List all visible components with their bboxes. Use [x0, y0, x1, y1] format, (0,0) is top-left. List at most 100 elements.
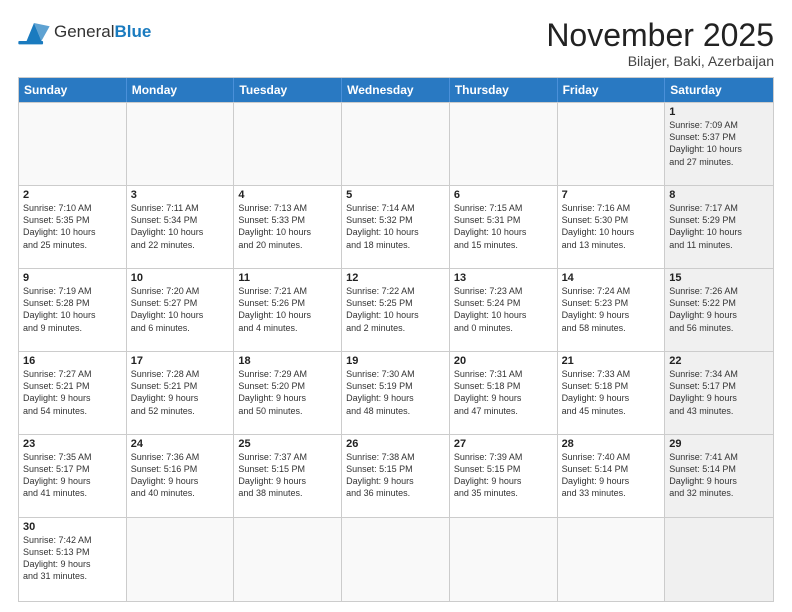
calendar-title: November 2025 — [546, 18, 774, 53]
calendar-cell: 27Sunrise: 7:39 AM Sunset: 5:15 PM Dayli… — [450, 435, 558, 517]
calendar-cell: 14Sunrise: 7:24 AM Sunset: 5:23 PM Dayli… — [558, 269, 666, 351]
day-info: Sunrise: 7:31 AM Sunset: 5:18 PM Dayligh… — [454, 368, 553, 417]
day-number: 13 — [454, 272, 553, 284]
day-info: Sunrise: 7:23 AM Sunset: 5:24 PM Dayligh… — [454, 285, 553, 334]
day-info: Sunrise: 7:30 AM Sunset: 5:19 PM Dayligh… — [346, 368, 445, 417]
day-number: 9 — [23, 272, 122, 284]
calendar-cell — [450, 518, 558, 601]
weekday-header-sunday: Sunday — [19, 78, 127, 102]
calendar-cell: 1Sunrise: 7:09 AM Sunset: 5:37 PM Daylig… — [665, 103, 773, 185]
day-info: Sunrise: 7:22 AM Sunset: 5:25 PM Dayligh… — [346, 285, 445, 334]
day-number: 29 — [669, 438, 769, 450]
calendar-cell: 9Sunrise: 7:19 AM Sunset: 5:28 PM Daylig… — [19, 269, 127, 351]
day-number: 1 — [669, 106, 769, 118]
calendar-cell — [234, 103, 342, 185]
calendar-cell — [558, 518, 666, 601]
weekday-header-wednesday: Wednesday — [342, 78, 450, 102]
day-number: 6 — [454, 189, 553, 201]
day-number: 5 — [346, 189, 445, 201]
calendar-cell: 11Sunrise: 7:21 AM Sunset: 5:26 PM Dayli… — [234, 269, 342, 351]
day-info: Sunrise: 7:41 AM Sunset: 5:14 PM Dayligh… — [669, 451, 769, 500]
logo-icon — [18, 18, 50, 46]
calendar-cell: 22Sunrise: 7:34 AM Sunset: 5:17 PM Dayli… — [665, 352, 773, 434]
day-info: Sunrise: 7:42 AM Sunset: 5:13 PM Dayligh… — [23, 534, 122, 583]
calendar-cell — [342, 518, 450, 601]
day-info: Sunrise: 7:28 AM Sunset: 5:21 PM Dayligh… — [131, 368, 230, 417]
calendar-cell: 7Sunrise: 7:16 AM Sunset: 5:30 PM Daylig… — [558, 186, 666, 268]
day-info: Sunrise: 7:13 AM Sunset: 5:33 PM Dayligh… — [238, 202, 337, 251]
calendar-week-4: 16Sunrise: 7:27 AM Sunset: 5:21 PM Dayli… — [19, 352, 773, 435]
day-number: 25 — [238, 438, 337, 450]
day-number: 8 — [669, 189, 769, 201]
day-info: Sunrise: 7:09 AM Sunset: 5:37 PM Dayligh… — [669, 119, 769, 168]
calendar-cell: 18Sunrise: 7:29 AM Sunset: 5:20 PM Dayli… — [234, 352, 342, 434]
day-number: 28 — [562, 438, 661, 450]
calendar-cell: 3Sunrise: 7:11 AM Sunset: 5:34 PM Daylig… — [127, 186, 235, 268]
calendar-cell: 17Sunrise: 7:28 AM Sunset: 5:21 PM Dayli… — [127, 352, 235, 434]
day-number: 26 — [346, 438, 445, 450]
day-number: 27 — [454, 438, 553, 450]
calendar-subtitle: Bilajer, Baki, Azerbaijan — [546, 53, 774, 69]
day-number: 22 — [669, 355, 769, 367]
day-info: Sunrise: 7:21 AM Sunset: 5:26 PM Dayligh… — [238, 285, 337, 334]
day-number: 2 — [23, 189, 122, 201]
day-number: 20 — [454, 355, 553, 367]
calendar-week-5: 23Sunrise: 7:35 AM Sunset: 5:17 PM Dayli… — [19, 435, 773, 518]
calendar-cell — [665, 518, 773, 601]
calendar-cell: 6Sunrise: 7:15 AM Sunset: 5:31 PM Daylig… — [450, 186, 558, 268]
day-info: Sunrise: 7:39 AM Sunset: 5:15 PM Dayligh… — [454, 451, 553, 500]
day-info: Sunrise: 7:29 AM Sunset: 5:20 PM Dayligh… — [238, 368, 337, 417]
day-number: 18 — [238, 355, 337, 367]
day-number: 15 — [669, 272, 769, 284]
day-number: 16 — [23, 355, 122, 367]
weekday-header-thursday: Thursday — [450, 78, 558, 102]
day-info: Sunrise: 7:33 AM Sunset: 5:18 PM Dayligh… — [562, 368, 661, 417]
calendar-cell: 8Sunrise: 7:17 AM Sunset: 5:29 PM Daylig… — [665, 186, 773, 268]
day-number: 3 — [131, 189, 230, 201]
day-info: Sunrise: 7:16 AM Sunset: 5:30 PM Dayligh… — [562, 202, 661, 251]
weekday-header-tuesday: Tuesday — [234, 78, 342, 102]
day-info: Sunrise: 7:17 AM Sunset: 5:29 PM Dayligh… — [669, 202, 769, 251]
day-info: Sunrise: 7:27 AM Sunset: 5:21 PM Dayligh… — [23, 368, 122, 417]
weekday-header-saturday: Saturday — [665, 78, 773, 102]
day-number: 14 — [562, 272, 661, 284]
day-number: 19 — [346, 355, 445, 367]
calendar-body: 1Sunrise: 7:09 AM Sunset: 5:37 PM Daylig… — [19, 102, 773, 601]
day-info: Sunrise: 7:14 AM Sunset: 5:32 PM Dayligh… — [346, 202, 445, 251]
calendar-week-2: 2Sunrise: 7:10 AM Sunset: 5:35 PM Daylig… — [19, 186, 773, 269]
day-info: Sunrise: 7:34 AM Sunset: 5:17 PM Dayligh… — [669, 368, 769, 417]
calendar-cell — [19, 103, 127, 185]
weekday-header-friday: Friday — [558, 78, 666, 102]
day-number: 4 — [238, 189, 337, 201]
day-info: Sunrise: 7:11 AM Sunset: 5:34 PM Dayligh… — [131, 202, 230, 251]
calendar-cell: 4Sunrise: 7:13 AM Sunset: 5:33 PM Daylig… — [234, 186, 342, 268]
day-number: 21 — [562, 355, 661, 367]
day-number: 23 — [23, 438, 122, 450]
calendar-cell: 2Sunrise: 7:10 AM Sunset: 5:35 PM Daylig… — [19, 186, 127, 268]
calendar-week-6: 30Sunrise: 7:42 AM Sunset: 5:13 PM Dayli… — [19, 518, 773, 601]
calendar-cell: 16Sunrise: 7:27 AM Sunset: 5:21 PM Dayli… — [19, 352, 127, 434]
day-number: 17 — [131, 355, 230, 367]
calendar-cell: 24Sunrise: 7:36 AM Sunset: 5:16 PM Dayli… — [127, 435, 235, 517]
day-info: Sunrise: 7:37 AM Sunset: 5:15 PM Dayligh… — [238, 451, 337, 500]
calendar-week-1: 1Sunrise: 7:09 AM Sunset: 5:37 PM Daylig… — [19, 103, 773, 186]
day-info: Sunrise: 7:19 AM Sunset: 5:28 PM Dayligh… — [23, 285, 122, 334]
calendar-cell — [234, 518, 342, 601]
calendar-cell: 12Sunrise: 7:22 AM Sunset: 5:25 PM Dayli… — [342, 269, 450, 351]
calendar-cell: 30Sunrise: 7:42 AM Sunset: 5:13 PM Dayli… — [19, 518, 127, 601]
logo-text: GeneralBlue — [54, 23, 151, 42]
page: GeneralBlue November 2025 Bilajer, Baki,… — [0, 0, 792, 612]
calendar-cell: 15Sunrise: 7:26 AM Sunset: 5:22 PM Dayli… — [665, 269, 773, 351]
calendar-cell — [342, 103, 450, 185]
calendar-cell: 26Sunrise: 7:38 AM Sunset: 5:15 PM Dayli… — [342, 435, 450, 517]
calendar-cell: 28Sunrise: 7:40 AM Sunset: 5:14 PM Dayli… — [558, 435, 666, 517]
day-number: 24 — [131, 438, 230, 450]
calendar-cell — [127, 518, 235, 601]
day-info: Sunrise: 7:26 AM Sunset: 5:22 PM Dayligh… — [669, 285, 769, 334]
day-number: 12 — [346, 272, 445, 284]
day-info: Sunrise: 7:20 AM Sunset: 5:27 PM Dayligh… — [131, 285, 230, 334]
day-number: 30 — [23, 521, 122, 533]
calendar-cell: 10Sunrise: 7:20 AM Sunset: 5:27 PM Dayli… — [127, 269, 235, 351]
calendar-cell — [450, 103, 558, 185]
day-number: 10 — [131, 272, 230, 284]
